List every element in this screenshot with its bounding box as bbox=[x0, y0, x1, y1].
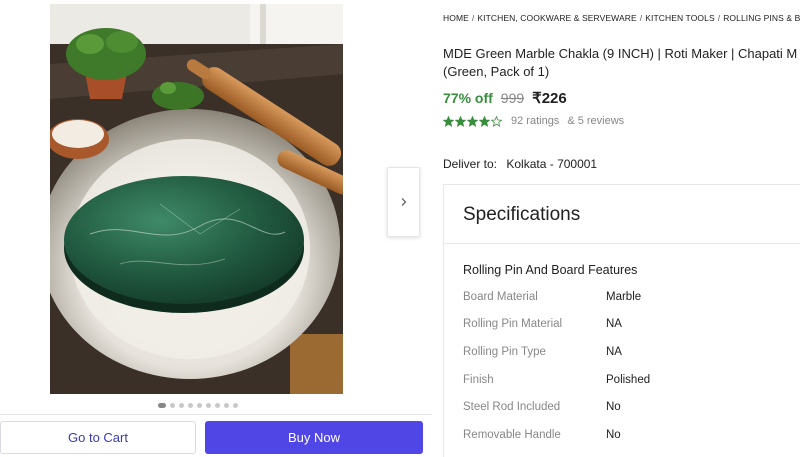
pagination-dot[interactable] bbox=[188, 403, 193, 408]
spec-row: Rolling Pin Material NA bbox=[463, 311, 800, 339]
breadcrumb-rolling-pins[interactable]: ROLLING PINS & BOARDS bbox=[723, 13, 800, 23]
spec-row: Removable Handle No bbox=[463, 421, 800, 449]
spec-value: No bbox=[606, 428, 621, 441]
spec-value: NA bbox=[606, 345, 622, 358]
rating-row[interactable]: 92 ratings & 5 reviews bbox=[443, 115, 624, 127]
deliver-to-label: Deliver to: bbox=[443, 157, 498, 171]
pagination-dot[interactable] bbox=[179, 403, 184, 408]
spec-value: No bbox=[606, 401, 621, 414]
pagination-dot[interactable] bbox=[224, 403, 229, 408]
spec-group: Rolling Pin And Board Features Board Mat… bbox=[444, 244, 800, 449]
star-icon bbox=[443, 115, 454, 127]
product-info: HOME / KITCHEN, COOKWARE & SERVEWARE / KITCH… bbox=[443, 0, 800, 457]
product-image[interactable] bbox=[50, 4, 343, 394]
marble-chakla-photo bbox=[50, 4, 343, 394]
delivery-pincode: Kolkata - 700001 bbox=[506, 157, 598, 171]
star-icon bbox=[479, 115, 490, 127]
image-pagination-dots bbox=[158, 403, 238, 408]
pagination-dot[interactable] bbox=[158, 403, 166, 408]
discount-percent: 77% off bbox=[443, 90, 493, 106]
star-icon bbox=[491, 115, 502, 127]
spec-key: Removable Handle bbox=[463, 428, 561, 441]
spec-row: Steel Rod Included No bbox=[463, 393, 800, 421]
pagination-dot[interactable] bbox=[206, 403, 211, 408]
specifications-panel: Specifications Rolling Pin And Board Fea… bbox=[443, 184, 800, 457]
breadcrumb-kitchen-tools[interactable]: KITCHEN TOOLS bbox=[645, 13, 714, 23]
go-to-cart-button[interactable]: Go to Cart bbox=[0, 421, 196, 454]
star-icon bbox=[455, 115, 466, 127]
selling-price: ₹226 bbox=[532, 90, 567, 107]
next-image-button[interactable] bbox=[387, 167, 420, 237]
specifications-heading: Specifications bbox=[444, 185, 800, 244]
delivery-location[interactable]: Deliver to: Kolkata - 700001 bbox=[443, 157, 597, 171]
spec-row: Rolling Pin Type NA bbox=[463, 338, 800, 366]
product-title: MDE Green Marble Chakla (9 INCH) | Roti … bbox=[443, 45, 800, 81]
pagination-dot[interactable] bbox=[197, 403, 202, 408]
breadcrumb-kitchen[interactable]: KITCHEN, COOKWARE & SERVEWARE bbox=[477, 13, 636, 23]
pagination-dot[interactable] bbox=[170, 403, 175, 408]
price-row: 77% off 999 ₹226 bbox=[443, 89, 567, 107]
spec-group-title: Rolling Pin And Board Features bbox=[463, 263, 638, 277]
breadcrumb: HOME / KITCHEN, COOKWARE & SERVEWARE / KITCH… bbox=[443, 13, 800, 23]
spec-value: NA bbox=[606, 318, 622, 331]
pagination-dot[interactable] bbox=[215, 403, 220, 408]
spec-row: Board Material Marble bbox=[463, 283, 800, 311]
spec-key: Rolling Pin Type bbox=[463, 345, 546, 358]
product-title-line1: MDE Green Marble Chakla (9 INCH) | Roti … bbox=[443, 46, 798, 61]
buy-now-button[interactable]: Buy Now bbox=[205, 421, 423, 454]
spec-key: Steel Rod Included bbox=[463, 401, 561, 414]
breadcrumb-home[interactable]: HOME bbox=[443, 13, 469, 23]
ratings-count: 92 ratings bbox=[511, 115, 560, 127]
reviews-count: & 5 reviews bbox=[567, 115, 625, 127]
spec-value: Marble bbox=[606, 290, 642, 303]
mrp-price: 999 bbox=[500, 90, 525, 106]
spec-key: Finish bbox=[463, 373, 494, 386]
spec-row: Finish Polished bbox=[463, 366, 800, 394]
spec-key: Rolling Pin Material bbox=[463, 318, 563, 331]
star-icon bbox=[467, 115, 478, 127]
star-rating bbox=[443, 115, 502, 127]
pagination-dot[interactable] bbox=[233, 403, 238, 408]
product-gallery: Go to Cart Buy Now bbox=[0, 0, 432, 457]
action-bar: Go to Cart Buy Now bbox=[0, 414, 432, 457]
spec-key: Board Material bbox=[463, 290, 538, 303]
chevron-right-icon bbox=[401, 198, 406, 206]
spec-value: Polished bbox=[606, 373, 651, 386]
product-title-line2: (Green, Pack of 1) bbox=[443, 64, 550, 79]
spec-rows: Board Material Marble Rolling Pin Materia… bbox=[463, 283, 800, 449]
